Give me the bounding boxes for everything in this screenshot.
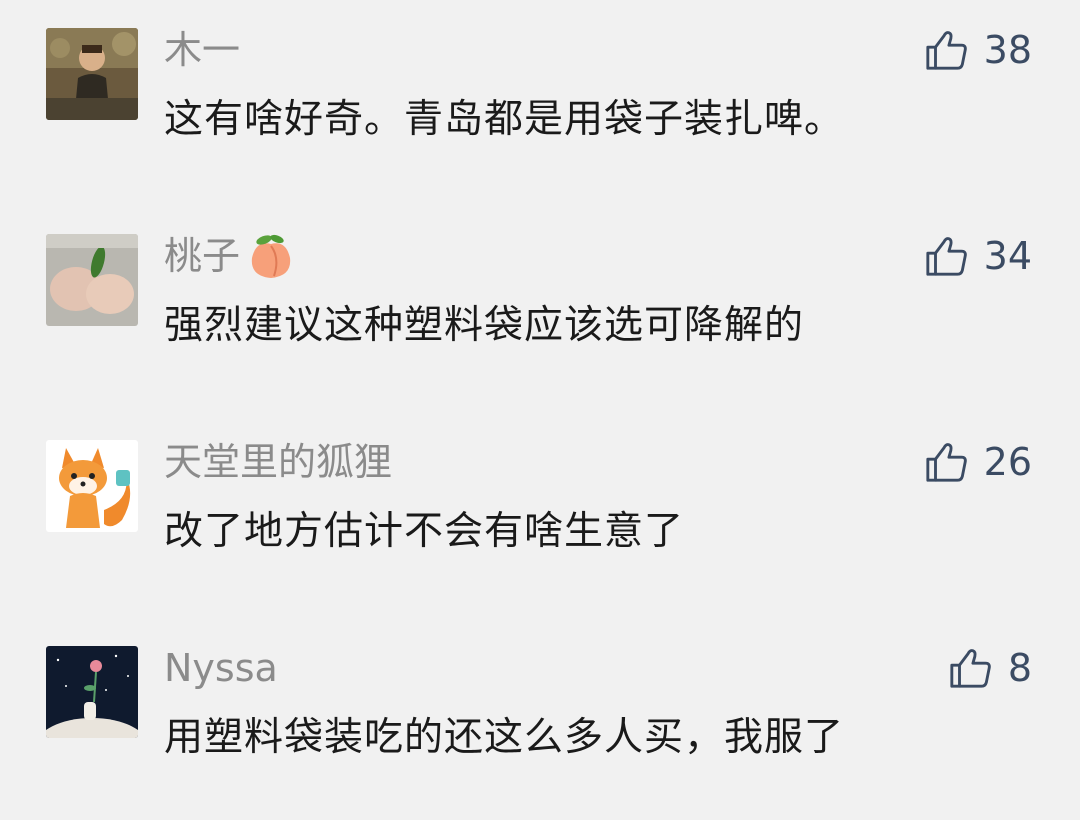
cartoon-fox-avatar-icon (46, 440, 138, 532)
avatar[interactable] (46, 28, 138, 120)
like-count: 38 (983, 28, 1032, 72)
nickname[interactable]: 桃子 (164, 232, 296, 280)
like-button[interactable]: 38 (924, 26, 1032, 74)
thumbs-up-icon (926, 443, 967, 482)
peach-emoji (246, 232, 296, 280)
thumbs-up-icon (926, 237, 967, 276)
nickname-text: 桃子 (164, 234, 241, 278)
nickname[interactable]: 木一 (164, 26, 240, 74)
nickname[interactable]: 天堂里的狐狸 (164, 438, 392, 486)
avatar[interactable] (46, 440, 138, 532)
nickname-text: 木一 (164, 28, 241, 72)
comment-list: 木一 38 这有啥好奇。青岛都是用袋子装扎啤。 桃子 34 强烈建议这种塑料袋应… (0, 0, 1080, 820)
like-count: 34 (983, 234, 1032, 278)
like-count: 8 (1007, 646, 1032, 690)
comment-text: 强烈建议这种塑料袋应该选可降解的 (164, 303, 805, 348)
comment-text: 用塑料袋装吃的还这么多人买，我服了 (164, 715, 845, 760)
comment-text: 这有啥好奇。青岛都是用袋子装扎啤。 (164, 97, 845, 142)
like-button[interactable]: 26 (924, 438, 1032, 486)
like-count: 26 (983, 440, 1032, 484)
comment-item: 桃子 34 强烈建议这种塑料袋应该选可降解的 (0, 206, 1080, 412)
comment-item: 木一 38 这有啥好奇。青岛都是用袋子装扎啤。 (0, 0, 1080, 206)
comment-item: Nyssa 8 用塑料袋装吃的还这么多人买，我服了 (0, 618, 1080, 820)
nickname-text: Nyssa (164, 646, 278, 690)
like-button[interactable]: 34 (924, 232, 1032, 280)
nickname[interactable]: Nyssa (164, 644, 278, 692)
hands-photo-avatar-icon (46, 234, 138, 326)
nickname-text: 天堂里的狐狸 (164, 440, 393, 484)
child-photo-avatar-icon (46, 28, 138, 120)
thumbs-up-icon (926, 31, 967, 70)
avatar[interactable] (46, 646, 138, 738)
comment-item: 天堂里的狐狸 26 改了地方估计不会有啥生意了 (0, 412, 1080, 618)
like-button[interactable]: 8 (948, 644, 1032, 692)
comment-text: 改了地方估计不会有啥生意了 (164, 509, 685, 554)
night-sky-avatar-icon (46, 646, 138, 738)
thumbs-up-icon (950, 649, 991, 688)
avatar[interactable] (46, 234, 138, 326)
